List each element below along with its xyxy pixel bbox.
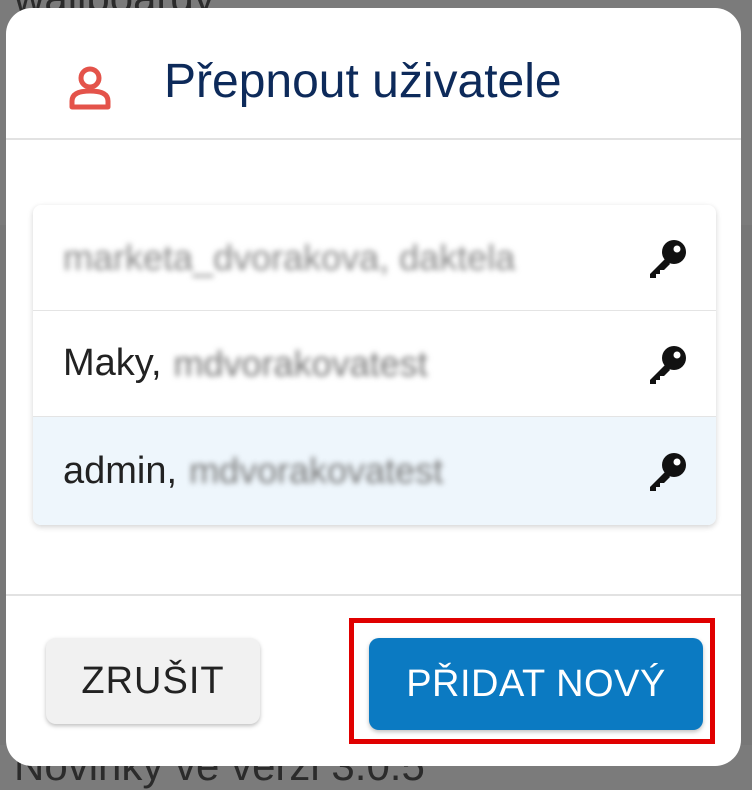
key-icon[interactable]	[646, 449, 690, 493]
key-icon[interactable]	[646, 236, 690, 280]
dialog-footer: ZRUŠIT PŘIDAT NOVÝ	[6, 594, 741, 766]
user-row-text: marketa_dvorakova, daktela	[63, 237, 646, 279]
user-name: admin,	[63, 449, 178, 492]
dialog-title: Přepnout uživatele	[164, 55, 562, 108]
user-tenant: marketa_dvorakova, daktela	[63, 236, 516, 278]
user-row-selected[interactable]: admin, mdvorakovatest	[33, 417, 716, 525]
user-tenant: mdvorakovatest	[189, 450, 444, 491]
user-list: marketa_dvorakova, daktela Maky, mdvorak…	[33, 205, 716, 525]
cancel-button[interactable]: ZRUŠIT	[46, 638, 260, 724]
user-icon	[69, 66, 111, 110]
dialog-header: Přepnout uživatele	[6, 8, 741, 140]
user-tenant: mdvorakovatest	[173, 342, 428, 384]
add-new-button[interactable]: PŘIDAT NOVÝ	[369, 638, 703, 730]
user-row-text: admin, mdvorakovatest	[63, 450, 646, 493]
user-name: Maky,	[63, 342, 162, 384]
key-icon[interactable]	[646, 342, 690, 386]
user-row-text: Maky, mdvorakovatest	[63, 342, 646, 385]
user-row[interactable]: Maky, mdvorakovatest	[33, 311, 716, 417]
switch-user-dialog: Přepnout uživatele marketa_dvorakova, da…	[6, 8, 741, 766]
user-row[interactable]: marketa_dvorakova, daktela	[33, 205, 716, 311]
